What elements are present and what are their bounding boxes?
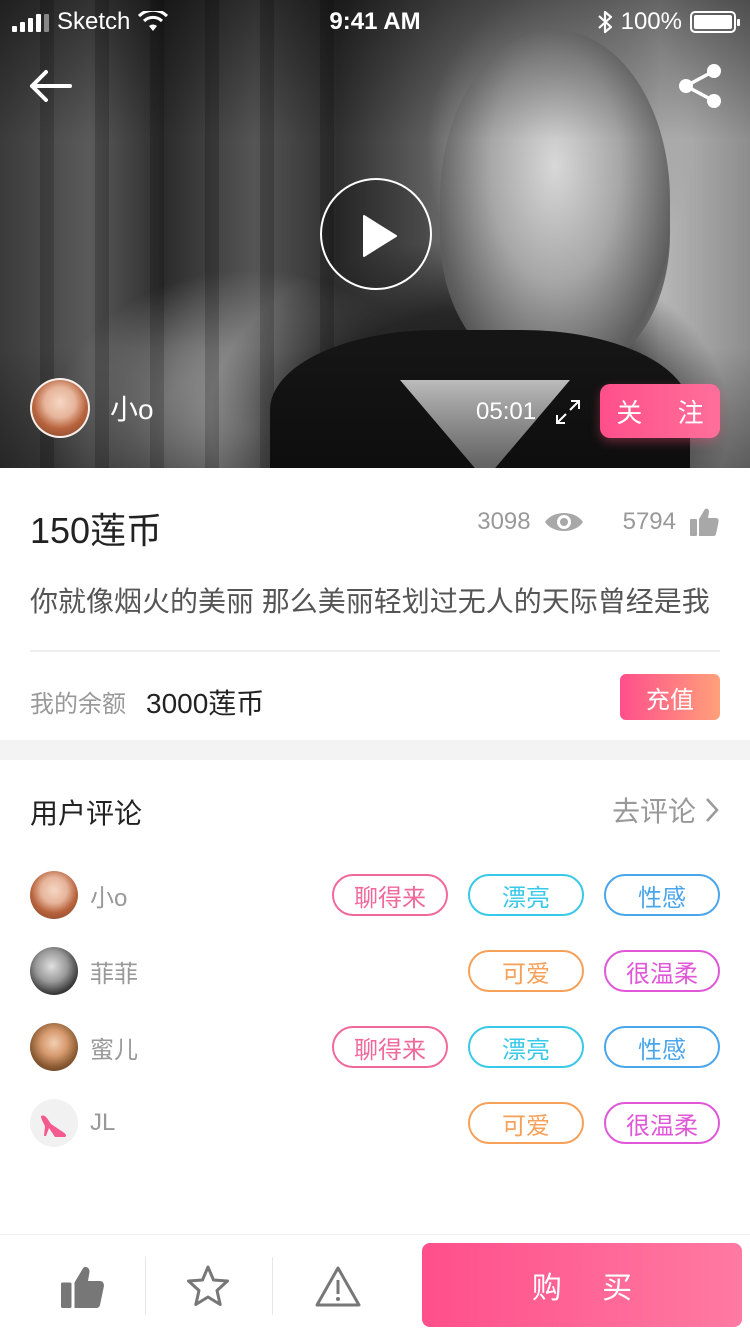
- page: Sketch 9:41 AM 100% 小o 05:01 关 注 150莲币 3…: [0, 0, 750, 1334]
- divider: [272, 1257, 273, 1315]
- video-duration: 05:01: [476, 398, 537, 425]
- play-icon: [363, 215, 397, 257]
- follow-button[interactable]: 关 注: [600, 384, 720, 438]
- battery-percent: 100%: [620, 8, 682, 35]
- author-avatar[interactable]: [30, 378, 90, 438]
- report-button[interactable]: [314, 1263, 362, 1311]
- like-count: 5794: [622, 508, 676, 535]
- tag[interactable]: 很温柔: [604, 1102, 720, 1144]
- tag[interactable]: 漂亮: [468, 1026, 584, 1068]
- tag[interactable]: 可爱: [468, 1102, 584, 1144]
- tag[interactable]: 很温柔: [604, 950, 720, 992]
- bottom-action-bar: 购 买: [0, 1234, 750, 1334]
- divider: [30, 650, 720, 652]
- comments-title: 用户评论: [30, 798, 143, 829]
- tag[interactable]: 可爱: [468, 950, 584, 992]
- tag[interactable]: 性感: [604, 874, 720, 916]
- tag-list: 聊得来 漂亮 性感: [332, 1026, 720, 1068]
- tag-list: 可爱 很温柔: [468, 950, 720, 992]
- eye-icon: [544, 513, 583, 531]
- go-comment-label: 去评论: [611, 796, 696, 827]
- chevron-right-icon: [706, 798, 719, 822]
- commenter-name: 菲菲: [90, 960, 138, 988]
- tag[interactable]: 漂亮: [468, 874, 584, 916]
- warning-icon: [315, 1266, 361, 1307]
- author-name: 小o: [110, 394, 154, 425]
- video-player[interactable]: Sketch 9:41 AM 100% 小o 05:01 关 注: [0, 0, 750, 468]
- status-bar: Sketch 9:41 AM 100%: [0, 0, 750, 44]
- description: 你就像烟火的美丽 那么美丽轻划过无人的天际曾经是我: [30, 586, 710, 617]
- status-right: 100%: [597, 8, 740, 36]
- like-button[interactable]: [58, 1263, 106, 1311]
- play-button[interactable]: [320, 178, 432, 290]
- go-comment-link[interactable]: 去评论: [612, 790, 720, 830]
- battery-icon: [690, 11, 740, 33]
- bluetooth-icon: [597, 10, 612, 34]
- avatar[interactable]: [30, 1023, 78, 1071]
- balance-value: 3000莲币: [146, 688, 265, 719]
- divider: [145, 1257, 146, 1315]
- thumbs-up-icon: [61, 1266, 104, 1308]
- share-icon: [679, 64, 721, 108]
- comment-row: 菲菲 可爱 很温柔: [30, 946, 720, 996]
- favorite-button[interactable]: [184, 1263, 232, 1311]
- star-icon: [187, 1265, 229, 1306]
- tag[interactable]: 性感: [604, 1026, 720, 1068]
- comment-row: JL 可爱 很温柔: [30, 1098, 720, 1148]
- tag[interactable]: 聊得来: [332, 1026, 448, 1068]
- expand-icon: [556, 400, 580, 424]
- buy-button[interactable]: 购 买: [422, 1243, 742, 1327]
- share-button[interactable]: [676, 62, 724, 110]
- price-label: 150莲币: [30, 510, 163, 551]
- thumbs-up-icon[interactable]: [688, 506, 720, 538]
- author-info[interactable]: 小o: [30, 378, 154, 438]
- commenter-name: 蜜儿: [90, 1036, 138, 1064]
- tag[interactable]: 聊得来: [332, 874, 448, 916]
- tag-list: 聊得来 漂亮 性感: [332, 874, 720, 916]
- commenter-name: 小o: [90, 884, 128, 912]
- comment-row: 蜜儿 聊得来 漂亮 性感: [30, 1022, 720, 1072]
- arrow-left-icon: [30, 70, 72, 102]
- avatar[interactable]: [30, 1099, 78, 1147]
- avatar[interactable]: [30, 947, 78, 995]
- balance-label: 我的余额: [30, 691, 126, 718]
- avatar[interactable]: [30, 871, 78, 919]
- stats: 3098 5794: [477, 506, 720, 538]
- view-count: 3098: [477, 508, 531, 535]
- comment-row: 小o 聊得来 漂亮 性感: [30, 870, 720, 920]
- section-separator: [0, 740, 750, 760]
- recharge-button[interactable]: 充值: [620, 674, 720, 720]
- commenter-name: JL: [90, 1109, 116, 1136]
- back-button[interactable]: [26, 64, 74, 108]
- fullscreen-button[interactable]: [554, 398, 582, 426]
- tag-list: 可爱 很温柔: [468, 1102, 720, 1144]
- high-heel-icon: [41, 1115, 67, 1137]
